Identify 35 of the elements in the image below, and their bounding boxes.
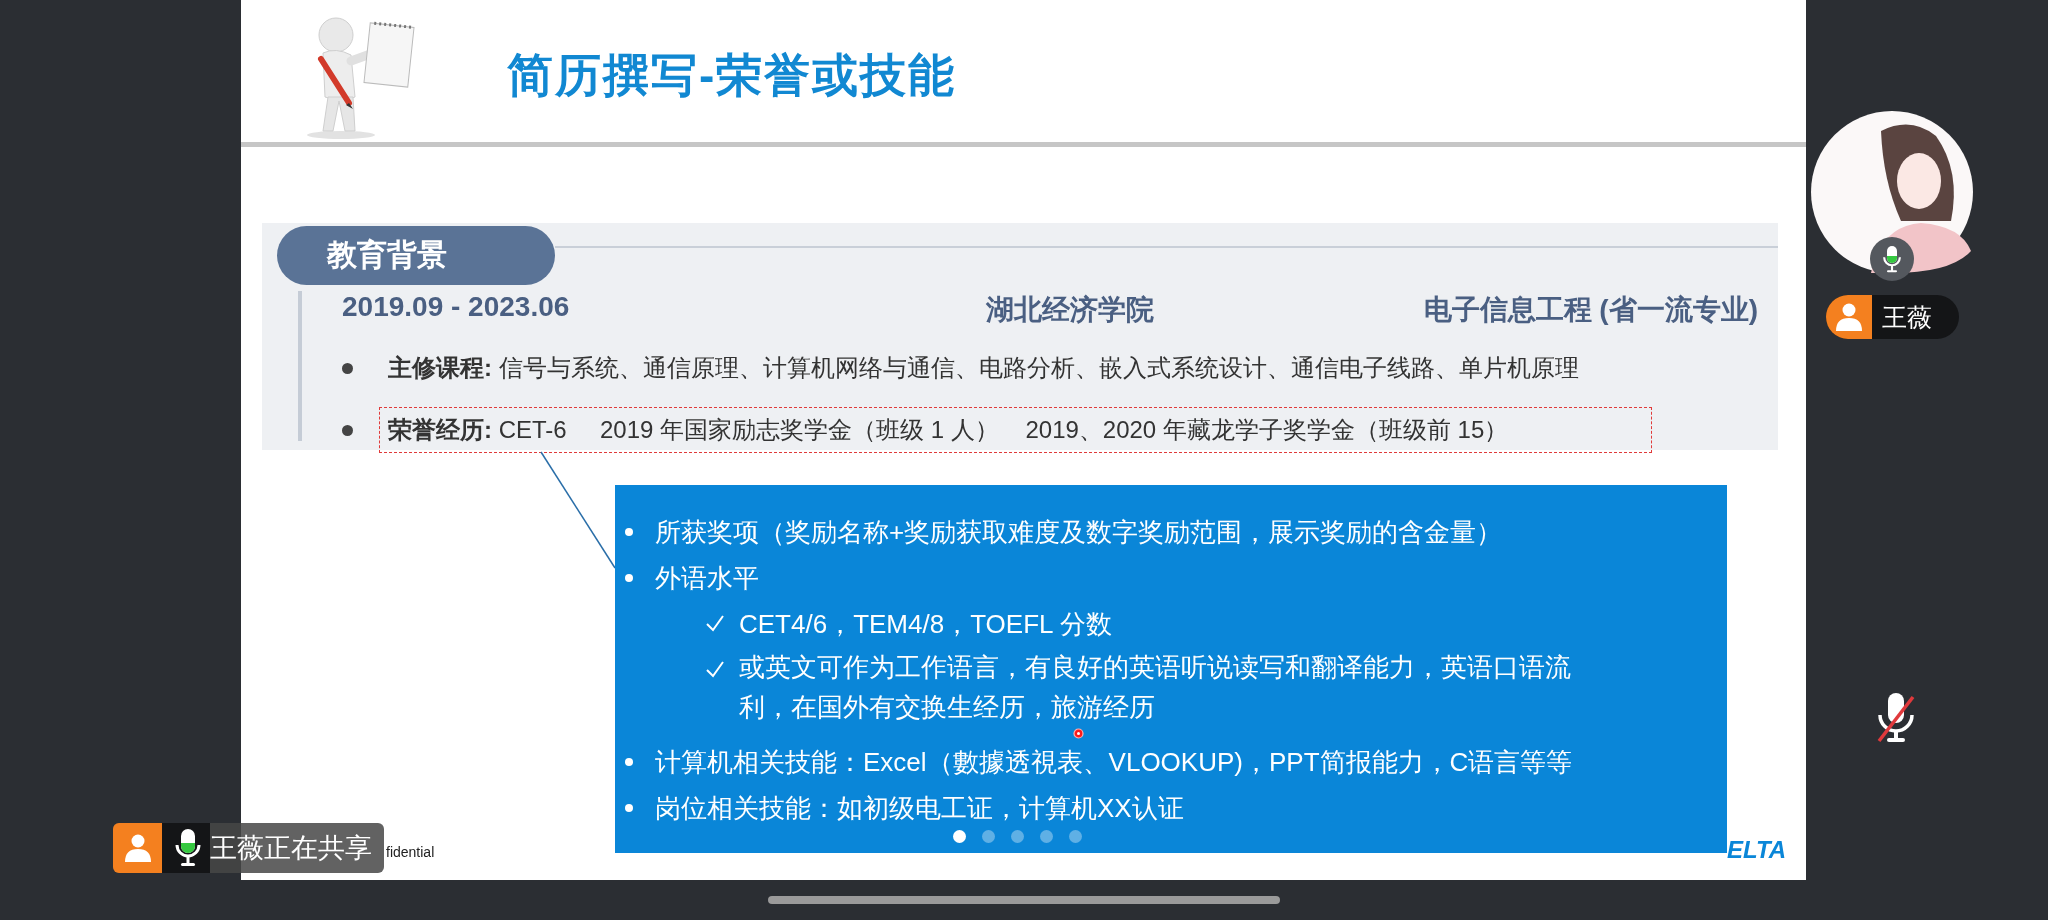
footer-text: fidential	[386, 844, 435, 860]
callout-text: 外语水平	[655, 562, 759, 595]
company-logo: ELTA	[1727, 836, 1787, 864]
home-indicator[interactable]	[768, 896, 1280, 904]
bullet-icon	[625, 574, 633, 582]
school-name: 湖北经济学院	[985, 293, 1155, 327]
person-icon	[122, 834, 153, 862]
muted-microphone-icon[interactable]	[1876, 691, 1916, 745]
page-dot[interactable]	[982, 830, 995, 843]
laser-pointer-icon	[1073, 728, 1084, 739]
callout-text: 或英文可作为工作语言，有良好的英语听说读写和翻译能力，英语口语流利，在国外有交换生经历，旅游经历	[739, 651, 1572, 724]
participant-name: 王薇	[1881, 301, 1932, 333]
bullet-text: 主修课程: 信号与系统、通信原理、计算机网络与通信、电路分析、嵌入式系统设计、通信电子线路、单片机原理	[387, 353, 1580, 383]
bullet-icon	[342, 362, 353, 374]
check-icon	[705, 613, 725, 633]
bullet-text: 荣誉经历: CET-6 2019 年国家励志奖学金（班级 1 人） 2019、2020 年藏龙学子奖学金（班级前 15）	[379, 407, 1652, 453]
page-dot[interactable]	[1011, 830, 1024, 843]
check-icon	[705, 659, 725, 679]
page-dot[interactable]	[1069, 830, 1082, 843]
bullet-icon	[342, 424, 353, 436]
person-icon	[1834, 303, 1864, 331]
section-tag: 教育背景	[277, 226, 555, 285]
bullet-icon	[625, 804, 633, 812]
bullet-icon	[625, 758, 633, 766]
major-name: 电子信息工程 (省一流专业)	[1422, 293, 1758, 327]
education-period: 2019.09 - 2023.06	[342, 291, 571, 324]
callout-text: 计算机相关技能：Excel（數據透視表、VLOOKUP)，PPT简报能力，C语言等等	[655, 746, 1573, 779]
slide-title: 简历撰写-荣誉或技能	[507, 48, 957, 103]
callout-text: 所获奖项（奖励名称+奖励获取难度及数字奖励范围，展示奖励的含金量）	[655, 516, 1503, 549]
page-dot[interactable]	[1040, 830, 1053, 843]
page-dot[interactable]	[953, 830, 966, 843]
callout-text: CET4/6，TEM4/8，TOEFL 分数	[739, 608, 1113, 641]
screen-share-status: 王薇正在共享	[210, 832, 373, 865]
callout-text: 岗位相关技能：如初级电工证，计算机XX认证	[655, 792, 1184, 825]
bullet-icon	[625, 528, 633, 536]
